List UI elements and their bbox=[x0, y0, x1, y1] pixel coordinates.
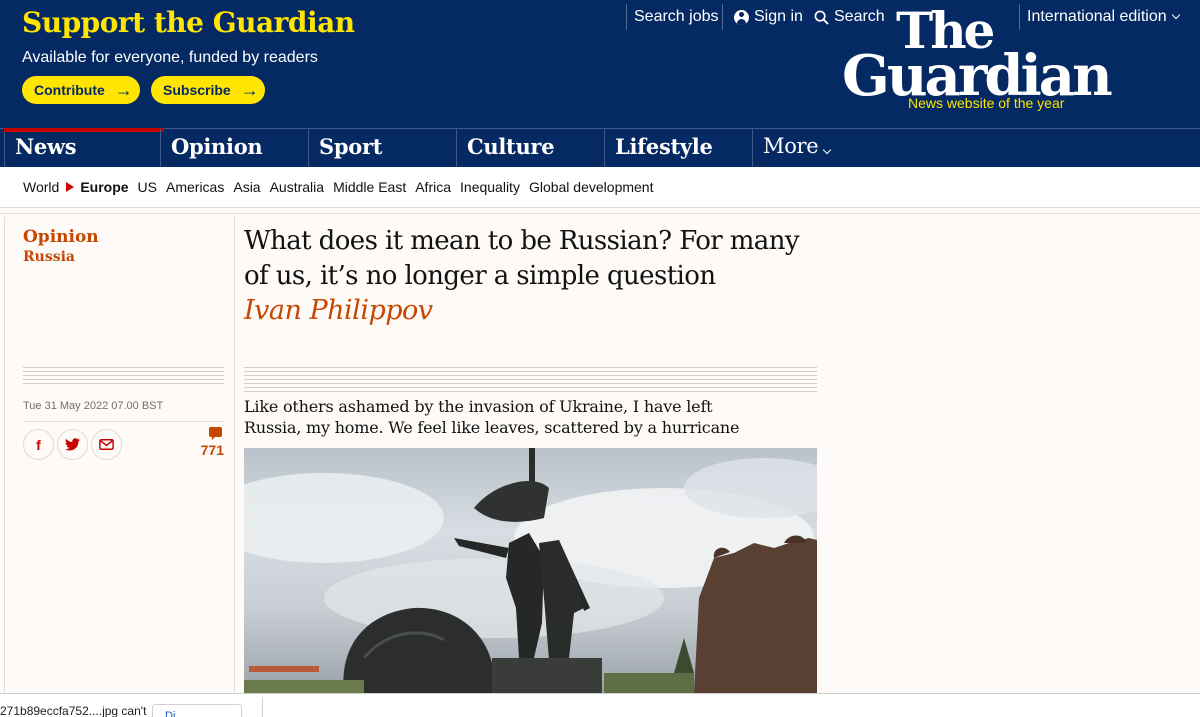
divider bbox=[23, 421, 224, 422]
arrow-right-icon: → bbox=[240, 79, 259, 100]
subscribe-button[interactable]: Subscribe → bbox=[151, 76, 265, 104]
subnav-global-development[interactable]: Global development bbox=[529, 179, 654, 195]
search-jobs-link[interactable]: Search jobs bbox=[634, 4, 719, 30]
edition-selector[interactable]: International edition bbox=[1027, 4, 1180, 30]
pillar-nav: News Opinion Sport Culture Lifestyle Mor… bbox=[0, 128, 1200, 167]
divider bbox=[1019, 4, 1020, 30]
subnav-world[interactable]: World bbox=[23, 179, 59, 195]
publish-date: Tue 31 May 2022 07.00 BST bbox=[23, 400, 164, 412]
pillar-more[interactable]: More bbox=[752, 129, 872, 167]
article-headline: What does it mean to be Russian? For man… bbox=[244, 226, 800, 291]
subnav-middle-east[interactable]: Middle East bbox=[333, 179, 406, 195]
chevron-down-icon bbox=[823, 145, 832, 155]
download-status-bar: 271b89eccfa752....jpg can't Di... bbox=[0, 693, 1200, 717]
chevron-down-icon bbox=[1171, 10, 1180, 20]
share-facebook-button[interactable]: f bbox=[23, 429, 54, 460]
pillar-opinion[interactable]: Opinion bbox=[160, 129, 308, 167]
comment-count[interactable]: 771 bbox=[190, 442, 224, 458]
support-title: Support the Guardian bbox=[22, 6, 355, 39]
series-kicker[interactable]: Russia bbox=[23, 249, 75, 265]
twitter-icon bbox=[65, 438, 80, 451]
discard-button[interactable]: Di... bbox=[152, 704, 242, 717]
subnav-us[interactable]: US bbox=[138, 179, 157, 195]
divider bbox=[234, 217, 235, 693]
sign-in-label: Sign in bbox=[754, 8, 803, 25]
divider bbox=[4, 217, 5, 693]
section-kicker[interactable]: Opinion bbox=[23, 227, 99, 247]
subnav-inequality[interactable]: Inequality bbox=[460, 179, 520, 195]
subnav-australia[interactable]: Australia bbox=[270, 179, 324, 195]
article-area: Opinion Russia Tue 31 May 2022 07.00 BST… bbox=[0, 207, 1200, 693]
comment-icon[interactable] bbox=[209, 427, 222, 440]
support-subtitle: Available for everyone, funded by reader… bbox=[22, 49, 318, 66]
edition-label: International edition bbox=[1027, 8, 1167, 25]
triangle-right-icon bbox=[66, 182, 75, 192]
divider bbox=[626, 4, 627, 30]
logo-tagline: News website of the year bbox=[908, 95, 1065, 111]
subnav-africa[interactable]: Africa bbox=[415, 179, 451, 195]
pillar-news[interactable]: News bbox=[4, 128, 164, 167]
subscribe-label: Subscribe bbox=[163, 82, 231, 98]
sign-in-link[interactable]: Sign in bbox=[734, 4, 803, 30]
subnav-americas[interactable]: Americas bbox=[166, 179, 224, 195]
search-icon bbox=[814, 10, 829, 25]
search-jobs-label: Search jobs bbox=[634, 8, 719, 25]
facebook-icon: f bbox=[36, 436, 41, 453]
user-icon bbox=[734, 9, 749, 25]
article-standfirst: Like others ashamed by the invasion of U… bbox=[244, 397, 740, 437]
subnav-asia[interactable]: Asia bbox=[233, 179, 260, 195]
site-header: Support the Guardian Available for every… bbox=[0, 0, 1200, 128]
pillar-sport[interactable]: Sport bbox=[308, 129, 456, 167]
download-status-text: 271b89eccfa752....jpg can't bbox=[0, 704, 147, 717]
search-link[interactable]: Search bbox=[814, 4, 885, 30]
contribute-label: Contribute bbox=[34, 82, 105, 98]
share-email-button[interactable] bbox=[91, 429, 122, 460]
pillar-more-label: More bbox=[763, 134, 819, 158]
meta-divider bbox=[23, 367, 224, 387]
divider bbox=[0, 207, 1200, 217]
article-byline[interactable]: Ivan Philippov bbox=[244, 295, 433, 326]
pillar-culture[interactable]: Culture bbox=[456, 129, 604, 167]
contribute-button[interactable]: Contribute → bbox=[22, 76, 140, 104]
sub-nav: World Europe US Americas Asia Australia … bbox=[0, 167, 1200, 207]
monument-photo bbox=[244, 448, 817, 693]
subnav-europe[interactable]: Europe bbox=[80, 179, 128, 195]
headline-divider bbox=[244, 367, 817, 393]
share-twitter-button[interactable] bbox=[57, 429, 88, 460]
pillar-lifestyle[interactable]: Lifestyle bbox=[604, 129, 752, 167]
article-main-image[interactable] bbox=[244, 448, 817, 693]
divider bbox=[722, 4, 723, 30]
search-label: Search bbox=[834, 8, 885, 25]
divider bbox=[262, 697, 263, 717]
email-icon bbox=[99, 439, 114, 450]
arrow-right-icon: → bbox=[114, 79, 133, 100]
